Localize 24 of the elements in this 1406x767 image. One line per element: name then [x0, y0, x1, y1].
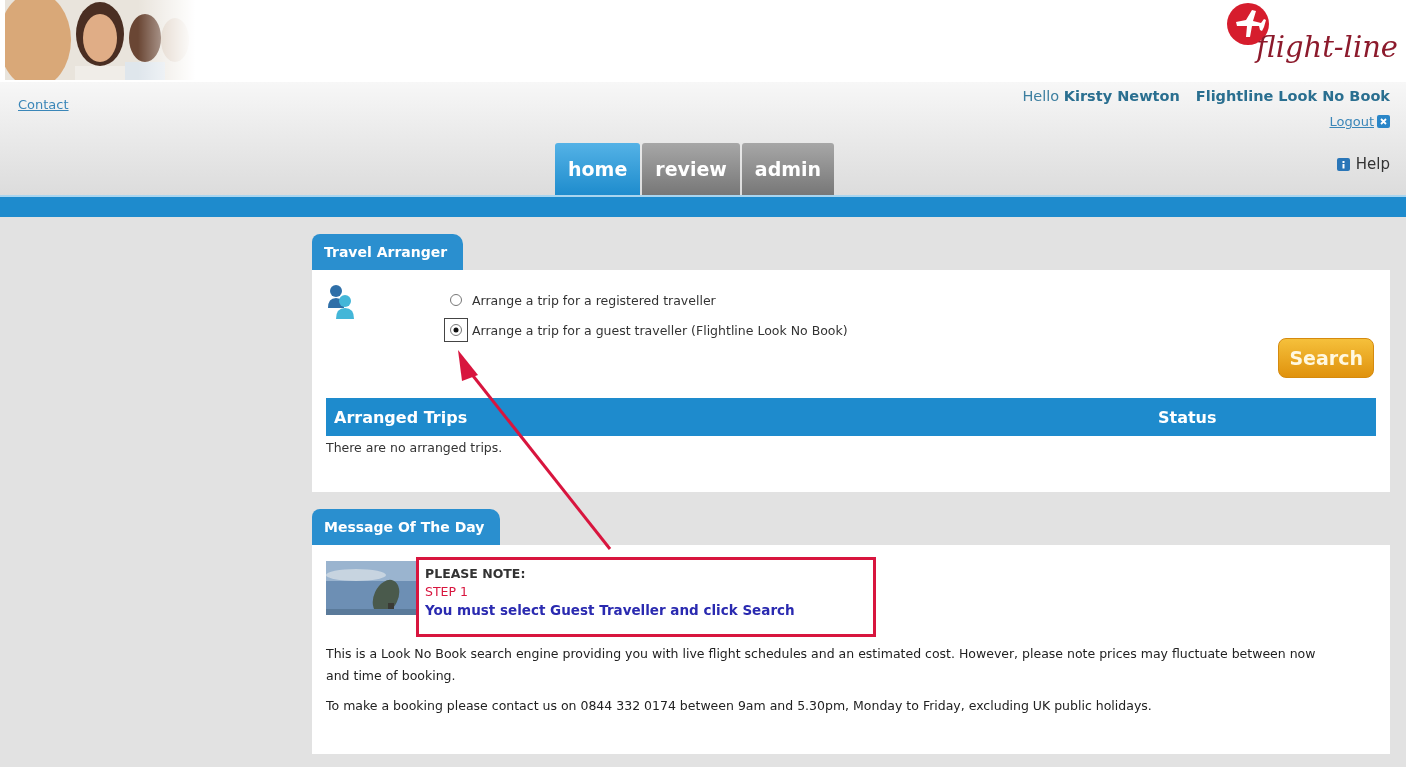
radio-label: Arrange a trip for a registered traveller	[472, 292, 716, 308]
message-paragraph: This is a Look No Book search engine providing you with live flight schedules and an estimated cost. However, please note prices may fluctuate between now and time of booking.	[326, 645, 1317, 685]
nav-tab[interactable]: home	[555, 143, 641, 195]
people-icon	[326, 284, 356, 320]
note-heading: PLEASE NOTE:	[425, 566, 527, 581]
message-paragraph: To make a booking please contact us on 0844 332 0174 between 9am and 5.30pm, Monday to Friday, excluding UK public holidays.	[326, 697, 1153, 715]
instruction-text: You must select Guest Traveller and click Search	[425, 602, 796, 618]
logo-text: flight-line	[1256, 30, 1398, 66]
step-label: STEP 1	[425, 584, 469, 599]
close-icon[interactable]	[1377, 115, 1390, 128]
nav-tab[interactable]: review	[642, 143, 740, 195]
column-header: Arranged Trips	[334, 407, 469, 427]
greeting-text: Hello Kirsty Newton	[1022, 88, 1180, 104]
help-icon[interactable]	[1336, 157, 1350, 171]
empty-message: There are no arranged trips.	[326, 440, 504, 455]
nav-tab[interactable]: admin	[741, 143, 835, 195]
product-name: Flightline Look No Book	[1195, 88, 1390, 104]
search-button[interactable]: Search	[1278, 338, 1374, 378]
radio-label: Arrange a trip for a guest traveller (Flightline Look No Book)	[472, 322, 848, 338]
help-link[interactable]: Help	[1355, 155, 1390, 173]
logout-link[interactable]: Logout	[1329, 114, 1374, 129]
radio-button[interactable]	[444, 318, 468, 342]
contact-link[interactable]: Contact	[18, 97, 69, 112]
column-header: Status	[1158, 407, 1218, 427]
